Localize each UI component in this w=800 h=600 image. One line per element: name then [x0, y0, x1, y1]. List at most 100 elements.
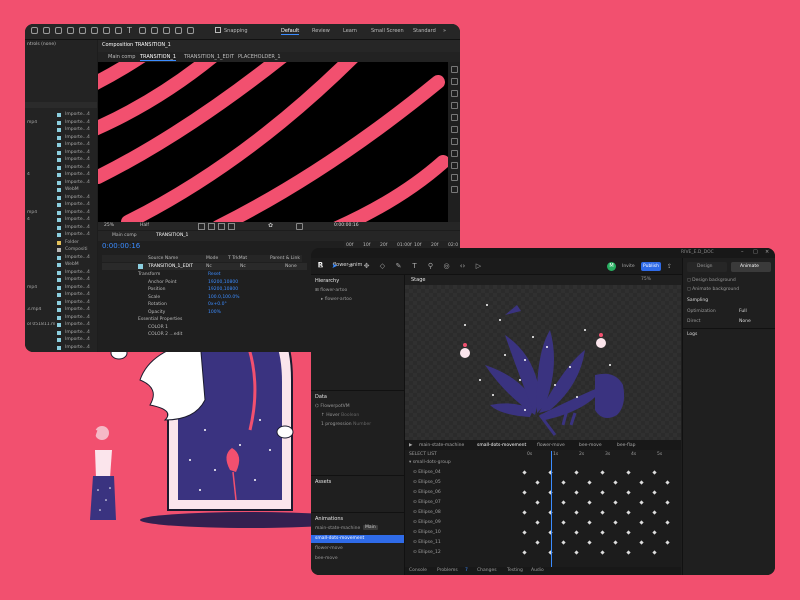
stage-zoom[interactable]: 75%	[641, 277, 651, 282]
timeline-layer[interactable]: ⊙ Ellipse_04	[413, 470, 441, 475]
project-item[interactable]: mp4 Importe...4	[27, 120, 95, 128]
type-tool-icon[interactable]: T	[127, 27, 134, 35]
anim-tab-bee-flap[interactable]: bee-flap	[617, 443, 635, 448]
play-animation-icon[interactable]: ▶	[409, 443, 412, 448]
timeline-layer[interactable]: ⊙ Ellipse_09	[413, 520, 441, 525]
project-item[interactable]: Importe...4	[27, 232, 95, 240]
zoom-tool-icon[interactable]	[55, 27, 62, 34]
keyframe[interactable]	[587, 480, 592, 485]
project-item[interactable]: 3.mp4 Importe...4	[27, 307, 95, 315]
project-item[interactable]: Importe...4	[27, 337, 95, 345]
timeline-layer[interactable]: ⊙ Ellipse_11	[413, 540, 441, 545]
project-item[interactable]: Importe...4	[27, 112, 95, 120]
animate-tab[interactable]: Animate	[731, 262, 771, 272]
brush-tool-icon[interactable]	[139, 27, 146, 34]
project-item[interactable]: 4 Importe...4	[27, 172, 95, 180]
timeline-timecode[interactable]: 0:00:00:16	[102, 242, 140, 250]
timeline-layer[interactable]: ⊙ Ellipse_05	[413, 480, 441, 485]
move-tool-icon[interactable]: ✥	[363, 263, 370, 270]
project-item[interactable]: Importe...4	[27, 202, 95, 210]
project-item[interactable]: Importe...4	[27, 180, 95, 188]
character-icon[interactable]	[451, 138, 458, 145]
keyframe[interactable]	[639, 500, 644, 505]
tab-main-comp[interactable]: Main comp	[108, 54, 135, 60]
workspace-review[interactable]: Review	[312, 28, 330, 34]
bone-tool-icon[interactable]: ⚲	[427, 263, 434, 270]
property-value[interactable]: 0x+0.0°	[208, 302, 227, 307]
timeline-layer[interactable]: ⊙ Ellipse_12	[413, 550, 441, 555]
play-icon[interactable]: ▷	[475, 263, 482, 270]
design-tab[interactable]: Design	[687, 262, 727, 272]
keyframe[interactable]	[535, 500, 540, 505]
info-icon[interactable]	[451, 66, 458, 73]
optimization-select[interactable]: Full	[739, 309, 747, 314]
keyframe[interactable]	[665, 500, 670, 505]
anim-tab-flower-move[interactable]: flower-move	[537, 443, 565, 448]
current-time-display[interactable]: 0:00:00:16	[334, 223, 359, 228]
snapping-checkbox[interactable]	[215, 27, 221, 33]
property-value[interactable]: 100.0,100.0%	[208, 295, 239, 300]
keyframe[interactable]	[587, 540, 592, 545]
data-item-progression[interactable]: 1 progression Number	[321, 422, 371, 427]
layer-parent[interactable]: None	[285, 264, 297, 269]
layer-trkmat[interactable]: Nc	[240, 264, 246, 269]
layer-row[interactable]: TRANSITION_1_EDIT Nc Nc None	[102, 263, 307, 270]
code-tool-icon[interactable]: ‹›	[459, 263, 466, 270]
component-tool-icon[interactable]: ◎	[443, 263, 450, 270]
shape-tool-icon[interactable]: ◇	[379, 263, 386, 270]
pen-tool-icon[interactable]: ✎	[395, 263, 402, 270]
camera-tool-icon[interactable]	[79, 27, 86, 34]
invite-button[interactable]: Invite	[622, 264, 635, 269]
animation-item-flower-move[interactable]: flower-move	[311, 545, 404, 553]
anim-tab-main-state-machine[interactable]: main-state-machine	[419, 443, 464, 448]
libraries-icon[interactable]	[451, 126, 458, 133]
project-item[interactable]: WebM	[27, 187, 95, 195]
keyframe[interactable]	[561, 500, 566, 505]
keyframe[interactable]	[574, 490, 579, 495]
publish-button[interactable]: Publish	[641, 262, 661, 271]
problems-tab[interactable]: Problems	[437, 568, 458, 573]
keyframe[interactable]	[535, 480, 540, 485]
keyframe[interactable]	[665, 520, 670, 525]
project-item[interactable]: Importe...4	[27, 345, 95, 353]
project-item[interactable]: Importe...4	[27, 142, 95, 150]
keyframe[interactable]	[600, 530, 605, 535]
project-item[interactable]: Importe...4	[27, 135, 95, 143]
mask-tool-icon[interactable]	[103, 27, 110, 34]
timeline-layer[interactable]: ⊙ Ellipse_07	[413, 500, 441, 505]
puppet-tool-icon[interactable]	[187, 27, 194, 34]
keyframe[interactable]	[535, 540, 540, 545]
keyframe[interactable]	[522, 550, 527, 555]
exposure-icon[interactable]: ✿	[268, 222, 273, 229]
keyframe[interactable]	[639, 520, 644, 525]
keyframe[interactable]	[652, 490, 657, 495]
project-item[interactable]: Importe...4	[27, 300, 95, 308]
layer-mode[interactable]: Nc	[206, 264, 212, 269]
project-item[interactable]: Importe...4	[27, 225, 95, 233]
keyframe[interactable]	[561, 540, 566, 545]
keyframe[interactable]	[561, 520, 566, 525]
workspaces-overflow-icon[interactable]: »	[443, 28, 446, 34]
project-item[interactable]: Importe...4	[27, 195, 95, 203]
animation-item-bee-move[interactable]: bee-move	[311, 555, 404, 563]
project-item[interactable]: Compositi	[27, 247, 95, 255]
workspace-default[interactable]: Default	[281, 28, 300, 35]
keyframe[interactable]	[626, 470, 631, 475]
keyframe[interactable]	[639, 480, 644, 485]
project-item[interactable]: Importe...4	[27, 127, 95, 135]
keyframe[interactable]	[574, 550, 579, 555]
keyframe[interactable]	[574, 470, 579, 475]
keyframe[interactable]	[587, 520, 592, 525]
keyframe[interactable]	[600, 510, 605, 515]
data-item-hover[interactable]: ↑ Hover Boolean	[321, 413, 359, 418]
keyframe[interactable]	[652, 470, 657, 475]
project-item[interactable]: WebM	[27, 262, 95, 270]
project-item[interactable]: Importe...4	[27, 157, 95, 165]
resolution-select[interactable]: Half	[140, 223, 149, 228]
close-icon[interactable]: ×	[765, 249, 769, 255]
select-tool-icon[interactable]: ➤	[331, 263, 338, 270]
tab-placeholder-1[interactable]: PLACEHOLDER_1	[238, 54, 281, 60]
project-item[interactable]: 4 Importe...4	[27, 217, 95, 225]
property-value[interactable]: 100%	[208, 310, 221, 315]
console-tab[interactable]: Console	[409, 568, 427, 573]
